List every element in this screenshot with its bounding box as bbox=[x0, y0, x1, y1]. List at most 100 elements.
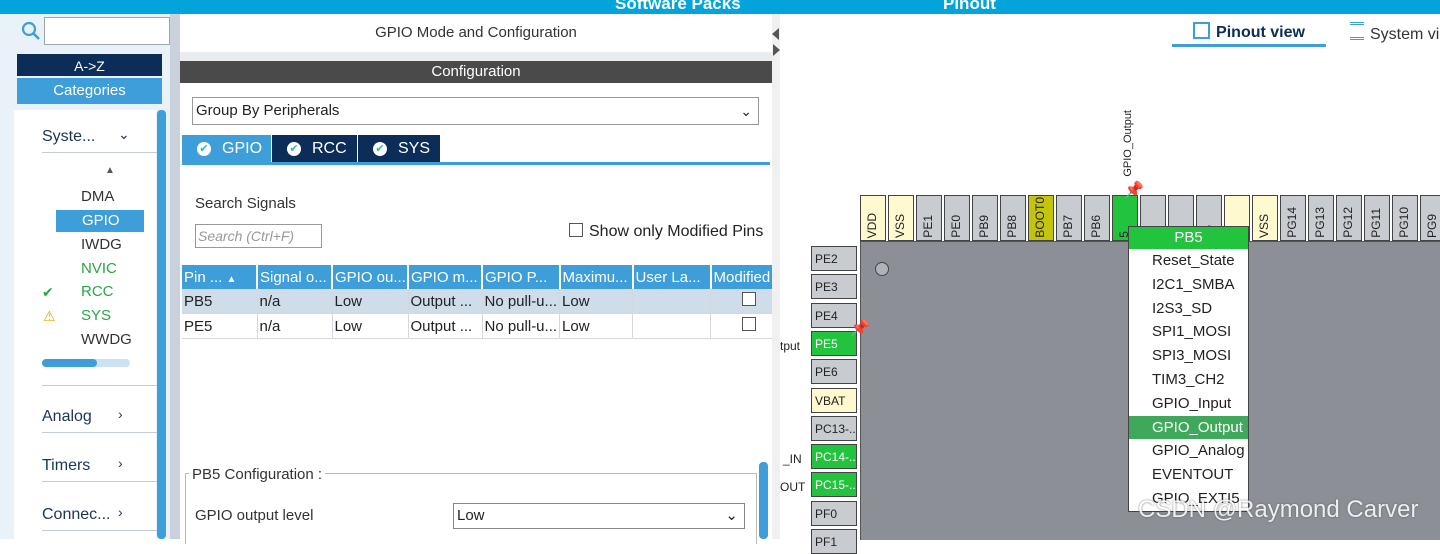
column-header-signal[interactable]: Signal o... bbox=[257, 265, 333, 289]
top-pin[interactable]: PG11 bbox=[1364, 195, 1390, 241]
top-pin[interactable]: PB7 bbox=[1056, 195, 1082, 241]
column-header-pin[interactable]: Pin ... ▲ bbox=[182, 265, 258, 289]
search-icon[interactable] bbox=[20, 20, 42, 42]
tab-gpio[interactable]: ✔ GPIO bbox=[182, 135, 271, 163]
az-sort-button[interactable]: A->Z bbox=[17, 54, 162, 76]
menu-option[interactable]: TIM3_CH2 bbox=[1129, 368, 1248, 392]
cell-output-level: Low bbox=[332, 289, 409, 314]
category-item-iwdg[interactable]: IWDG bbox=[42, 234, 130, 256]
top-pin[interactable]: PB6 bbox=[1084, 195, 1110, 241]
pin-label: PG11 bbox=[1369, 208, 1383, 238]
column-header-max-speed[interactable]: Maximu... bbox=[559, 265, 634, 289]
checkbox-box[interactable] bbox=[569, 223, 583, 237]
left-pin[interactable]: PC14-... bbox=[811, 444, 857, 470]
pin-signal-label: _IN bbox=[783, 452, 802, 466]
chevron-right-icon[interactable]: › bbox=[118, 504, 123, 520]
chevron-down-icon[interactable]: ⌄ bbox=[118, 126, 130, 143]
top-pin[interactable]: VSS bbox=[888, 195, 914, 241]
pushpin-icon[interactable]: 📌 bbox=[1124, 180, 1144, 200]
output-level-select[interactable]: Low ⌄ bbox=[453, 503, 745, 529]
config-scrollbar[interactable] bbox=[759, 462, 768, 539]
modified-checkbox[interactable] bbox=[741, 292, 756, 306]
table-row[interactable]: PB5 n/a Low Output ... No pull-u... Low bbox=[182, 289, 788, 314]
sort-icon[interactable]: ▲ bbox=[105, 165, 115, 176]
column-header-mode[interactable]: GPIO m... bbox=[408, 265, 483, 289]
left-pin[interactable]: VBAT bbox=[811, 387, 857, 413]
menu-option[interactable]: GPIO_Output bbox=[1129, 415, 1248, 440]
chevron-right-icon[interactable]: › bbox=[118, 455, 123, 471]
menu-option[interactable]: GPIO_Analog bbox=[1129, 439, 1248, 463]
menu-option[interactable]: Reset_State bbox=[1129, 249, 1248, 273]
group-analog[interactable]: Analog bbox=[42, 408, 92, 426]
category-item-nvic[interactable]: NVIC bbox=[42, 258, 130, 280]
left-pin[interactable]: PC15-... bbox=[811, 472, 857, 498]
category-scrollbar[interactable] bbox=[157, 110, 166, 539]
category-search-input[interactable] bbox=[44, 17, 170, 45]
top-pin[interactable]: PG13 bbox=[1308, 195, 1334, 241]
menu-option[interactable]: SPI3_MOSI bbox=[1129, 344, 1248, 368]
check-circle-icon: ✔ bbox=[373, 142, 387, 156]
top-pin[interactable]: PG10 bbox=[1392, 195, 1418, 241]
expand-arrow-icon[interactable] bbox=[773, 44, 780, 56]
top-pin[interactable]: VSS bbox=[1252, 195, 1278, 241]
pinout-menu[interactable]: Pinout bbox=[943, 0, 996, 14]
menu-option[interactable]: I2S3_SD bbox=[1129, 297, 1248, 321]
column-header-output-level[interactable]: GPIO ou... bbox=[332, 265, 409, 289]
show-modified-checkbox[interactable]: Show only Modified Pins bbox=[569, 223, 763, 241]
scrollbar-thumb[interactable] bbox=[42, 359, 97, 367]
category-item-gpio[interactable]: GPIO bbox=[56, 210, 144, 232]
left-pin[interactable]: PF1 bbox=[811, 529, 857, 554]
panel-splitter[interactable] bbox=[170, 14, 180, 539]
tab-sys-label: SYS bbox=[398, 140, 431, 157]
show-modified-label: Show only Modified Pins bbox=[589, 223, 764, 240]
categories-button[interactable]: Categories bbox=[17, 78, 162, 104]
top-pin[interactable]: PE1 bbox=[916, 195, 942, 241]
menu-option[interactable]: I2C1_SMBA bbox=[1129, 273, 1248, 297]
menu-option[interactable]: EVENTOUT bbox=[1129, 463, 1248, 487]
menu-option[interactable]: SPI1_MOSI bbox=[1129, 320, 1248, 344]
left-pin[interactable]: PE6 bbox=[811, 359, 857, 385]
left-pin[interactable]: PF0 bbox=[811, 500, 857, 526]
software-packs-menu[interactable]: Software Packs bbox=[615, 0, 741, 14]
pushpin-icon[interactable]: 📌 bbox=[850, 318, 870, 338]
group-by-select[interactable]: Group By Peripherals ⌄ bbox=[192, 97, 759, 125]
tab-rcc[interactable]: ✔ RCC bbox=[272, 135, 357, 163]
system-view-tab[interactable]: System vi bbox=[1350, 22, 1439, 46]
cell-user-label[interactable] bbox=[632, 289, 712, 314]
top-pin[interactable]: BOOT0 bbox=[1028, 195, 1054, 241]
top-pin[interactable]: PG12 bbox=[1336, 195, 1362, 241]
left-pin[interactable]: PC13-... bbox=[811, 415, 857, 441]
group-timers[interactable]: Timers bbox=[42, 457, 90, 475]
menu-option[interactable]: GPIO_Input bbox=[1129, 392, 1248, 416]
category-item-wwdg[interactable]: WWDG bbox=[42, 329, 132, 351]
cell-user-label[interactable] bbox=[632, 313, 712, 339]
panel-splitter[interactable] bbox=[772, 14, 780, 539]
cell-pull: No pull-u... bbox=[482, 313, 561, 339]
pin-label: PE0 bbox=[949, 215, 963, 238]
sort-icon[interactable]: ▲ bbox=[227, 274, 237, 285]
group-system-core[interactable]: Syste... bbox=[42, 128, 95, 146]
pin-signal-label: OUT bbox=[780, 480, 806, 494]
horizontal-scrollbar[interactable] bbox=[42, 359, 130, 367]
column-header-user-label[interactable]: User La... bbox=[632, 265, 712, 289]
search-signals-input[interactable]: Search (Ctrl+F) bbox=[195, 224, 322, 248]
category-item-dma[interactable]: DMA bbox=[42, 186, 130, 208]
table-row[interactable]: PE5 n/a Low Output ... No pull-u... Low bbox=[182, 313, 788, 339]
column-header-pull[interactable]: GPIO P... bbox=[482, 265, 561, 289]
category-item-sys[interactable]: ⚠ SYS bbox=[28, 305, 116, 327]
chevron-right-icon[interactable]: › bbox=[118, 406, 123, 422]
left-pin[interactable]: PE2 bbox=[811, 246, 857, 271]
left-pin[interactable]: PE3 bbox=[811, 274, 857, 300]
top-pin[interactable]: PG14 bbox=[1280, 195, 1306, 241]
pin-label: PG9 bbox=[1425, 213, 1439, 238]
top-pin[interactable]: PB9 bbox=[972, 195, 998, 241]
top-pin[interactable]: VDD bbox=[860, 195, 886, 241]
top-pin[interactable]: PE0 bbox=[944, 195, 970, 241]
top-pin[interactable]: PG9 bbox=[1420, 195, 1440, 241]
modified-checkbox[interactable] bbox=[741, 317, 756, 331]
tab-sys[interactable]: ✔ SYS bbox=[358, 135, 440, 163]
category-item-rcc[interactable]: ✔ RCC bbox=[28, 281, 116, 303]
collapse-arrow-icon[interactable] bbox=[772, 28, 779, 40]
group-connectivity[interactable]: Connec... bbox=[42, 506, 110, 524]
top-pin[interactable]: PB8 bbox=[1000, 195, 1026, 241]
